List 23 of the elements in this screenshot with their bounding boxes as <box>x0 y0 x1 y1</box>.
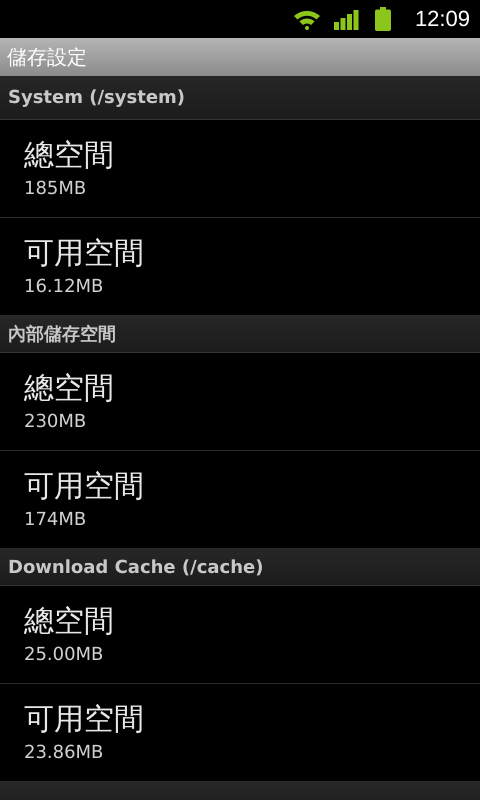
item-value: 16.12MB <box>24 275 104 299</box>
item-title: 總空間 <box>24 137 115 175</box>
list-item[interactable]: 總空間 185MB <box>0 120 480 218</box>
list-item[interactable]: 總空間 25.00MB <box>0 586 480 684</box>
section-title: Download Cache (/cache) <box>8 556 264 578</box>
clock-time: 12:09 <box>414 6 470 32</box>
screen-title: 儲存設定 <box>7 44 87 70</box>
item-title: 總空間 <box>24 603 115 641</box>
section-title: 內部儲存空間 <box>8 323 116 346</box>
item-title: 可用空間 <box>24 701 145 739</box>
item-value: 23.86MB <box>24 741 104 765</box>
signal-icon <box>332 8 359 30</box>
section-title: System (/system) <box>8 87 186 108</box>
list-item[interactable]: 總空間 230MB <box>0 353 480 451</box>
item-value: 185MB <box>24 177 88 201</box>
item-title: 可用空間 <box>24 235 145 273</box>
item-value: 25.00MB <box>24 643 104 667</box>
item-value: 174MB <box>24 508 88 532</box>
battery-icon <box>374 7 391 31</box>
wifi-icon <box>292 8 321 30</box>
item-value: 230MB <box>24 410 88 434</box>
item-title: 總空間 <box>24 370 115 408</box>
item-title: 可用空間 <box>24 468 145 506</box>
